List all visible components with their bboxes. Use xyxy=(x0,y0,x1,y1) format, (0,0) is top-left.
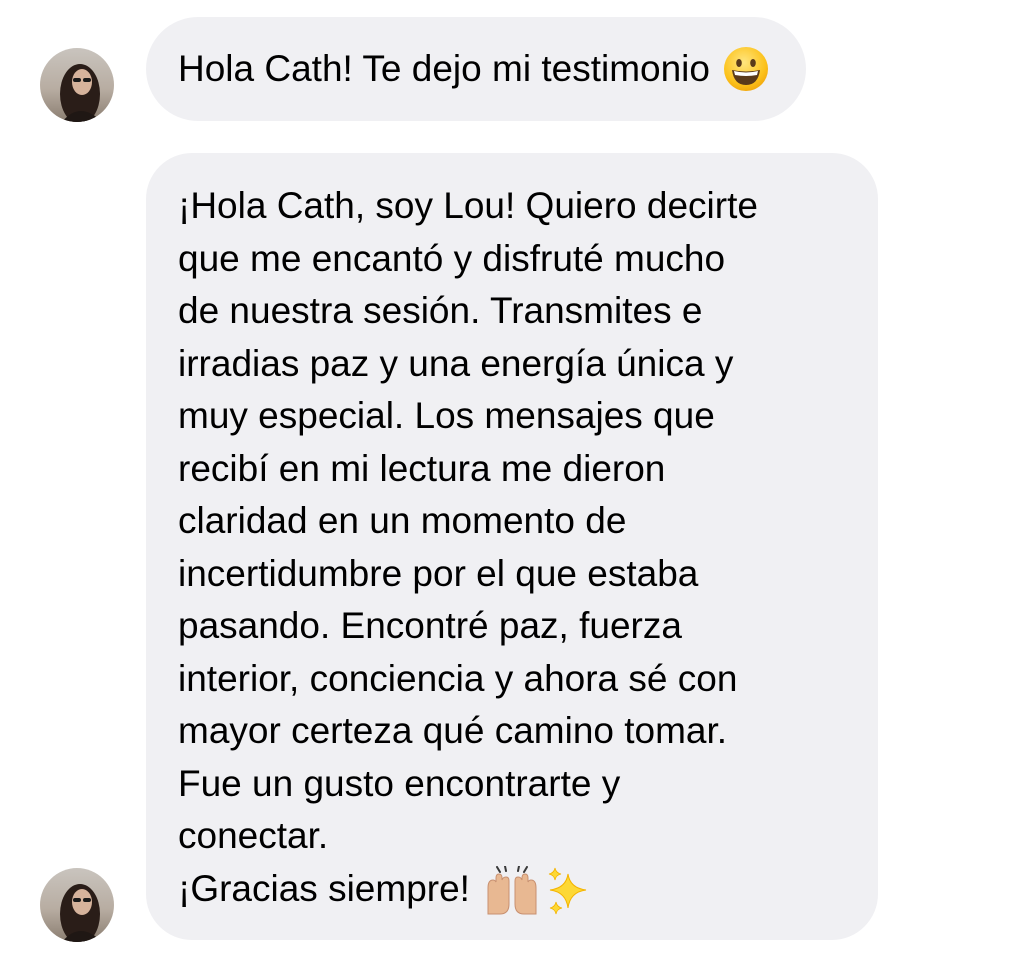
sparkles-emoji-icon xyxy=(546,866,592,916)
raising-hands-emoji-icon xyxy=(484,865,540,916)
sender-avatar[interactable] xyxy=(40,48,114,122)
message-line-last: ¡Gracias siempre! xyxy=(178,863,858,916)
message-line: mayor certeza qué camino tomar. xyxy=(178,710,728,751)
message-line: Fue un gusto encontrarte y xyxy=(178,762,621,804)
sender-avatar[interactable] xyxy=(40,868,114,942)
profile-photo-icon xyxy=(40,48,114,122)
closing-text: ¡Gracias siempre! xyxy=(178,867,470,909)
message-line: muy especial. Los mensajes que xyxy=(178,395,715,436)
message-line: incertidumbre por el que estaba xyxy=(178,552,699,594)
message-line: de nuestra sesión. Transmites e xyxy=(178,290,703,331)
message-line: ¡Hola Cath, soy Lou! Quiero decirte xyxy=(178,185,758,226)
message-line: irradias paz y una energía única y xyxy=(178,342,734,384)
message-line: claridad en un momento de xyxy=(178,500,627,541)
message-line: que me encantó y disfruté mucho xyxy=(178,237,726,279)
message-bubble[interactable]: Hola Cath! Te dejo mi testimonio xyxy=(146,17,806,121)
message-line: conectar. xyxy=(178,815,329,856)
grinning-face-emoji-icon xyxy=(722,45,770,93)
message-text: Hola Cath! Te dejo mi testimonio xyxy=(178,48,710,89)
message-bubble[interactable]: ¡Hola Cath, soy Lou! Quiero decirte que … xyxy=(146,153,878,940)
profile-photo-icon xyxy=(40,868,114,942)
message-line: interior, conciencia y ahora sé con xyxy=(178,657,738,699)
message-line: pasando. Encontré paz, fuerza xyxy=(178,605,682,646)
message-line: recibí en mi lectura me dieron xyxy=(178,447,666,489)
